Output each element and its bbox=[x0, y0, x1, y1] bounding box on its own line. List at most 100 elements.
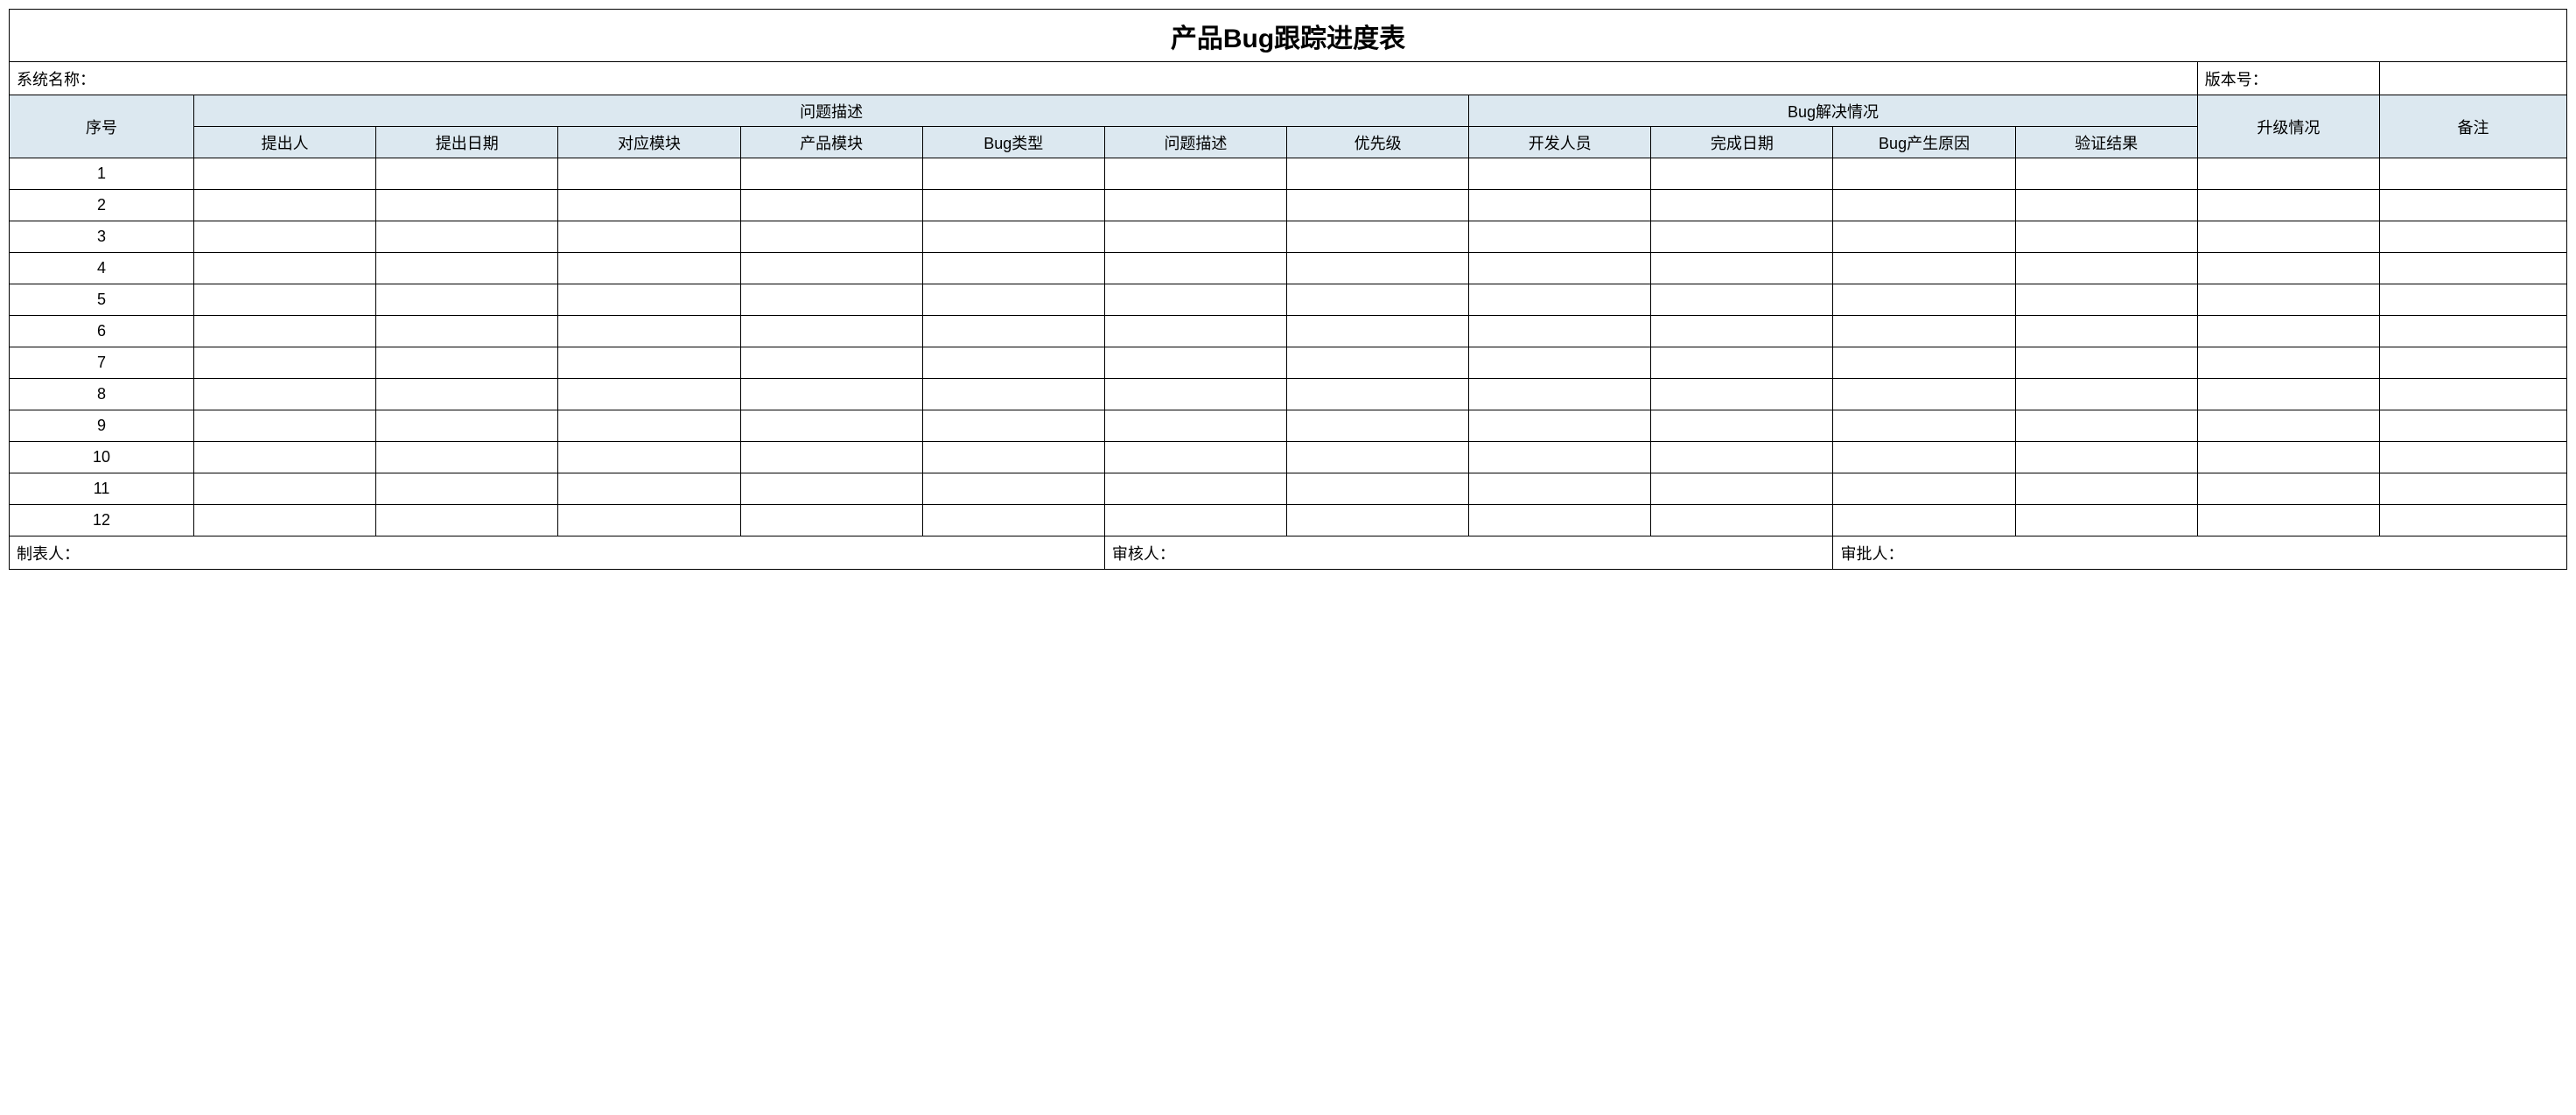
cell-empty bbox=[1651, 379, 1833, 410]
cell-empty bbox=[740, 284, 922, 316]
cell-empty bbox=[194, 284, 376, 316]
cell-empty bbox=[922, 316, 1104, 347]
cell-empty bbox=[558, 190, 740, 221]
cell-seq: 1 bbox=[10, 158, 194, 190]
cell-empty bbox=[1833, 410, 2015, 442]
subheader-product-module: 产品模块 bbox=[740, 127, 922, 158]
cell-empty bbox=[1469, 316, 1651, 347]
cell-empty bbox=[1469, 410, 1651, 442]
cell-empty bbox=[1104, 158, 1286, 190]
cell-empty bbox=[1469, 442, 1651, 473]
cell-empty bbox=[376, 221, 558, 253]
cell-empty bbox=[376, 316, 558, 347]
cell-empty bbox=[2379, 347, 2566, 379]
cell-empty bbox=[1833, 473, 2015, 505]
cell-seq: 11 bbox=[10, 473, 194, 505]
reviewer-cell: 审核人： bbox=[1104, 536, 1833, 570]
cell-empty bbox=[558, 316, 740, 347]
cell-empty bbox=[2379, 505, 2566, 536]
version-label: 版本号： bbox=[2205, 71, 2268, 88]
table-row: 8 bbox=[10, 379, 2567, 410]
cell-empty bbox=[740, 190, 922, 221]
cell-empty bbox=[2197, 473, 2379, 505]
cell-empty bbox=[1469, 473, 1651, 505]
cell-empty bbox=[740, 473, 922, 505]
cell-empty bbox=[1833, 158, 2015, 190]
cell-empty bbox=[2197, 379, 2379, 410]
cell-empty bbox=[2015, 473, 2197, 505]
cell-empty bbox=[1287, 190, 1469, 221]
cell-empty bbox=[2015, 505, 2197, 536]
cell-empty bbox=[922, 221, 1104, 253]
cell-empty bbox=[1469, 347, 1651, 379]
cell-empty bbox=[2015, 379, 2197, 410]
subheader-submitter: 提出人 bbox=[194, 127, 376, 158]
header-problem-group: 问题描述 bbox=[194, 95, 1469, 127]
cell-empty bbox=[2197, 284, 2379, 316]
cell-empty bbox=[194, 221, 376, 253]
cell-empty bbox=[1833, 316, 2015, 347]
cell-empty bbox=[558, 253, 740, 284]
cell-empty bbox=[2379, 158, 2566, 190]
cell-empty bbox=[740, 221, 922, 253]
table-row: 4 bbox=[10, 253, 2567, 284]
cell-empty bbox=[2379, 410, 2566, 442]
approver-label: 审批人： bbox=[1840, 545, 1903, 563]
cell-empty bbox=[2015, 410, 2197, 442]
cell-empty bbox=[376, 347, 558, 379]
cell-empty bbox=[1651, 221, 1833, 253]
version-value-cell bbox=[2379, 62, 2566, 95]
cell-empty bbox=[922, 505, 1104, 536]
cell-empty bbox=[558, 379, 740, 410]
subheader-problem-desc: 问题描述 bbox=[1104, 127, 1286, 158]
cell-empty bbox=[558, 284, 740, 316]
cell-empty bbox=[376, 410, 558, 442]
cell-empty bbox=[740, 410, 922, 442]
cell-empty bbox=[1469, 221, 1651, 253]
cell-empty bbox=[558, 473, 740, 505]
cell-empty bbox=[558, 442, 740, 473]
cell-empty bbox=[1651, 473, 1833, 505]
cell-empty bbox=[376, 190, 558, 221]
cell-seq: 9 bbox=[10, 410, 194, 442]
system-name-cell: 系统名称： bbox=[10, 62, 2198, 95]
cell-empty bbox=[376, 158, 558, 190]
cell-empty bbox=[1104, 316, 1286, 347]
table-row: 5 bbox=[10, 284, 2567, 316]
cell-empty bbox=[2379, 473, 2566, 505]
cell-seq: 5 bbox=[10, 284, 194, 316]
cell-empty bbox=[740, 158, 922, 190]
reviewer-label: 审核人： bbox=[1112, 545, 1175, 563]
cell-empty bbox=[740, 442, 922, 473]
cell-seq: 10 bbox=[10, 442, 194, 473]
cell-empty bbox=[1833, 347, 2015, 379]
cell-empty bbox=[922, 284, 1104, 316]
cell-empty bbox=[1104, 379, 1286, 410]
cell-empty bbox=[2197, 442, 2379, 473]
cell-empty bbox=[2015, 347, 2197, 379]
cell-empty bbox=[1104, 347, 1286, 379]
subheader-bug-type: Bug类型 bbox=[922, 127, 1104, 158]
cell-empty bbox=[1287, 347, 1469, 379]
cell-empty bbox=[1833, 253, 2015, 284]
subheader-verify-result: 验证结果 bbox=[2015, 127, 2197, 158]
cell-empty bbox=[2379, 442, 2566, 473]
cell-empty bbox=[558, 410, 740, 442]
cell-empty bbox=[1287, 284, 1469, 316]
cell-empty bbox=[1469, 253, 1651, 284]
cell-empty bbox=[2015, 442, 2197, 473]
cell-empty bbox=[1651, 284, 1833, 316]
cell-empty bbox=[2379, 190, 2566, 221]
cell-seq: 7 bbox=[10, 347, 194, 379]
cell-empty bbox=[376, 442, 558, 473]
cell-empty bbox=[2197, 316, 2379, 347]
header-resolution-group: Bug解决情况 bbox=[1469, 95, 2198, 127]
cell-empty bbox=[2197, 158, 2379, 190]
cell-empty bbox=[2197, 410, 2379, 442]
subheader-corresp-module: 对应模块 bbox=[558, 127, 740, 158]
cell-empty bbox=[1287, 221, 1469, 253]
cell-empty bbox=[740, 316, 922, 347]
cell-empty bbox=[922, 347, 1104, 379]
cell-empty bbox=[1104, 221, 1286, 253]
subheader-complete-date: 完成日期 bbox=[1651, 127, 1833, 158]
